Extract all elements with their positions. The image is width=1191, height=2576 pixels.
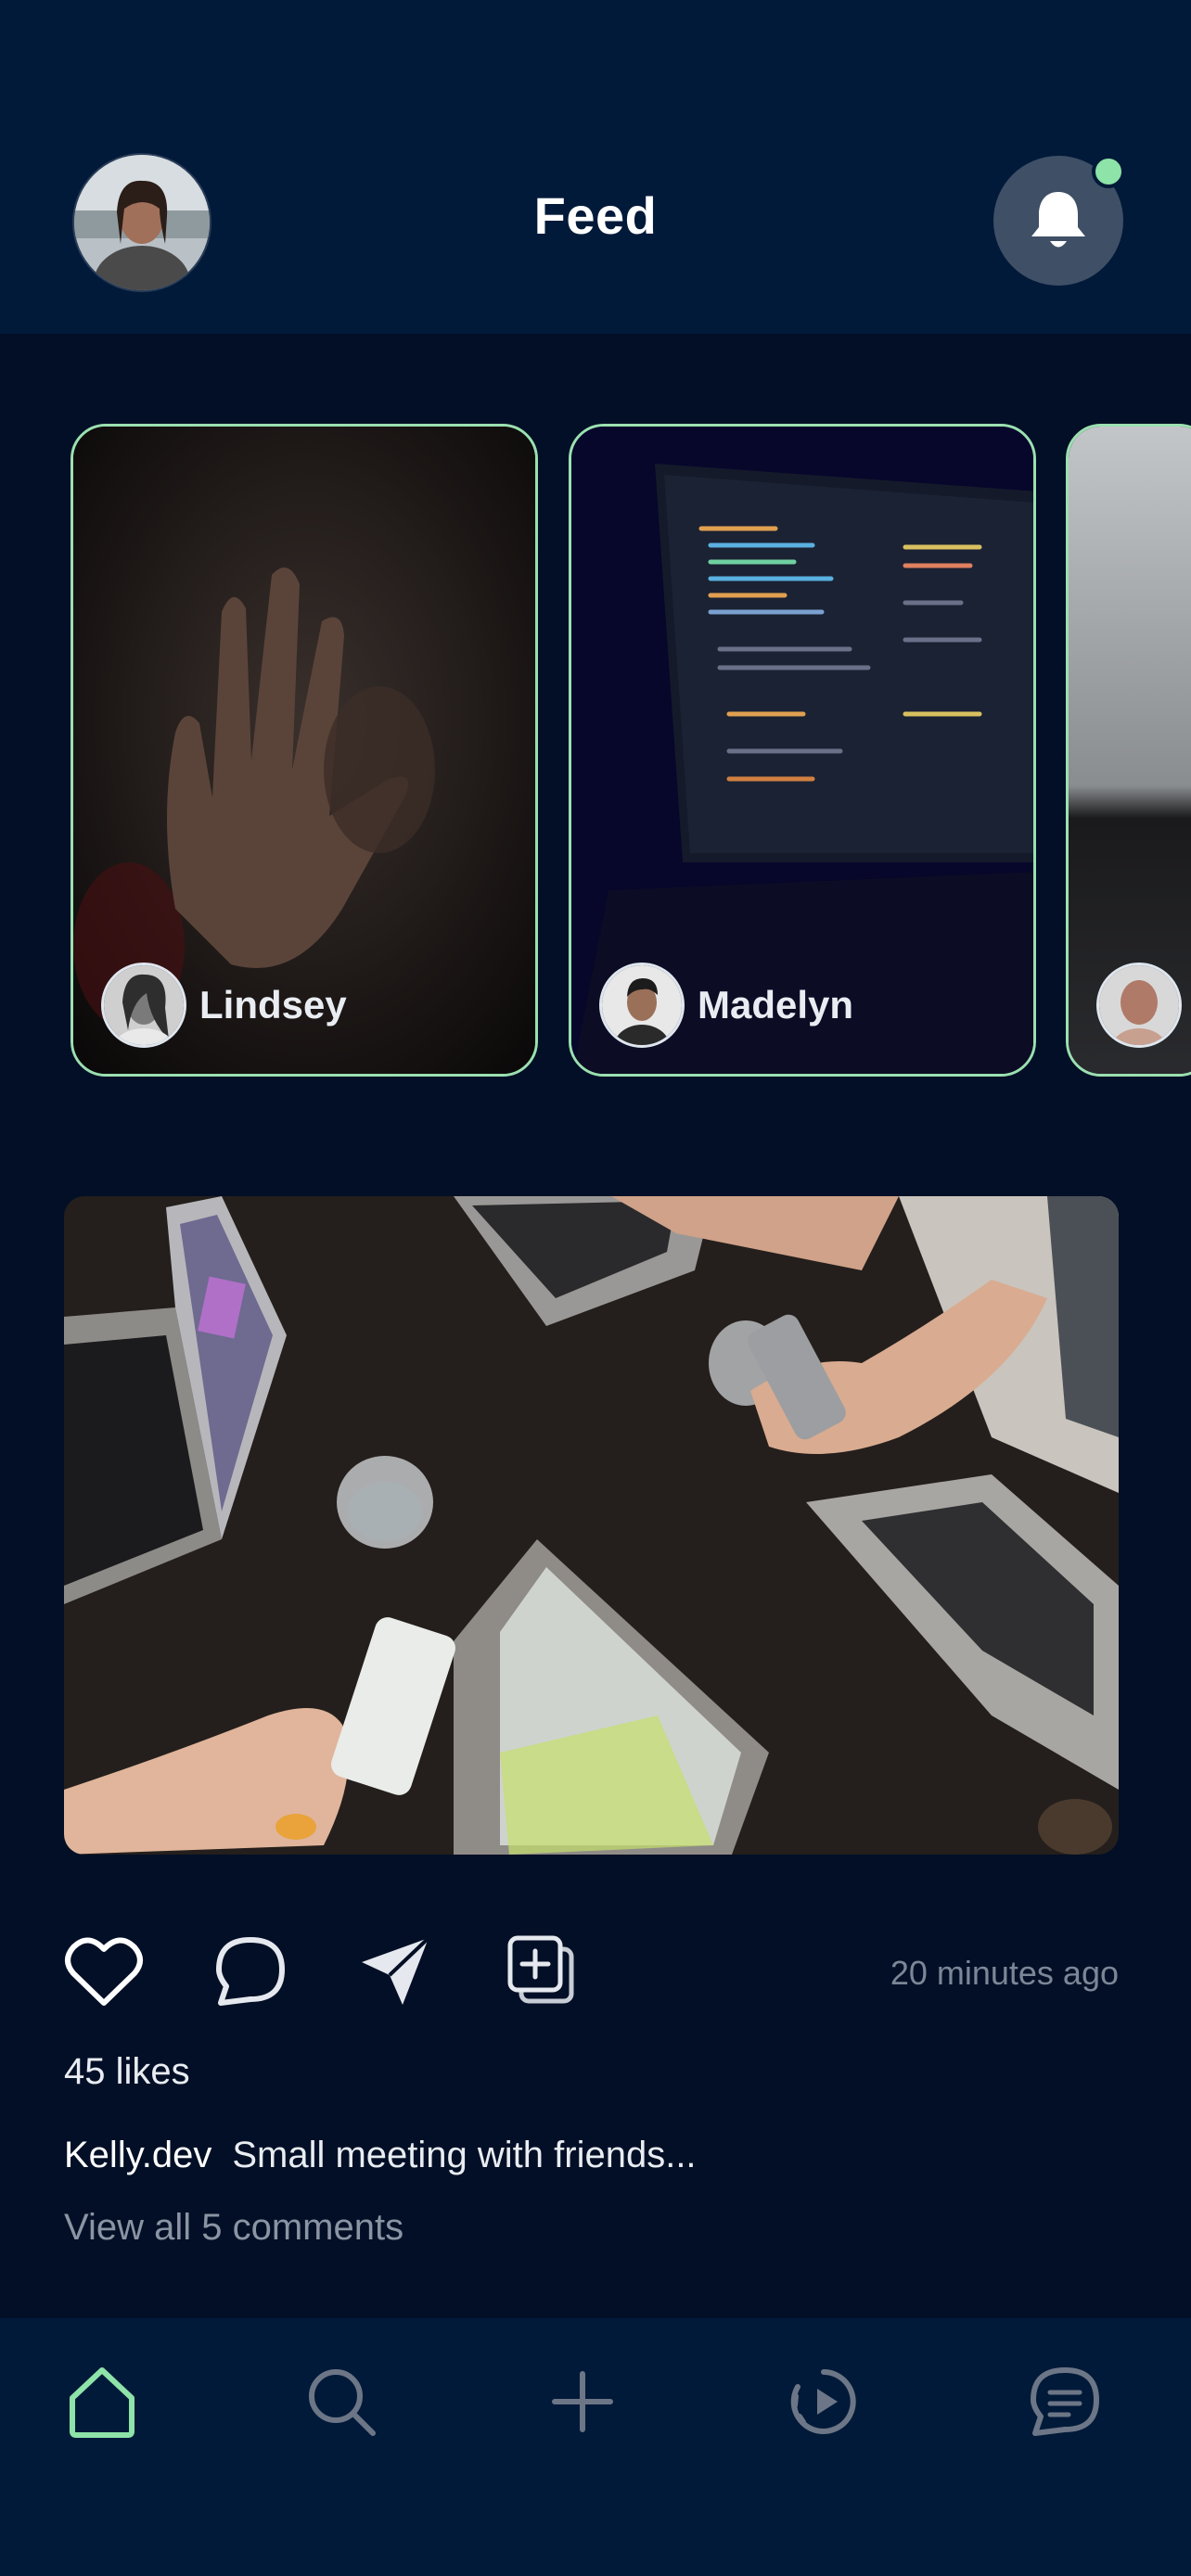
story-card[interactable]: Lindsey [70, 424, 538, 1077]
story-username: Madelyn [698, 983, 854, 1027]
post-caption: Kelly.dev Small meeting with friends... [64, 2135, 697, 2176]
search-icon [309, 2369, 376, 2436]
home-icon [70, 2367, 134, 2438]
comment-button[interactable] [213, 1934, 288, 2013]
bottom-navigation [0, 2318, 1191, 2576]
play-circle-icon [790, 2369, 856, 2434]
heart-icon [65, 1937, 143, 2006]
bell-icon [1031, 192, 1085, 248]
story-username: Lindsey [199, 983, 347, 1027]
like-button[interactable] [64, 1934, 144, 2013]
nav-reels[interactable] [787, 2365, 861, 2443]
story-card[interactable]: Madelyn [569, 424, 1036, 1077]
comment-icon [216, 1937, 285, 2006]
nav-create[interactable] [545, 2365, 620, 2443]
add-collection-icon [507, 1935, 574, 2004]
like-count[interactable]: 45 likes [64, 2051, 190, 2093]
post-photo [64, 1196, 1119, 1855]
chat-icon [1031, 2367, 1099, 2436]
nav-home[interactable] [65, 2365, 139, 2443]
caption-text: Small meeting with friends... [232, 2135, 697, 2175]
nav-messages[interactable] [1028, 2365, 1102, 2443]
story-avatar [1096, 963, 1182, 1048]
post-timestamp: 20 minutes ago [890, 1954, 1119, 1992]
story-avatar [101, 963, 186, 1048]
story-avatar [599, 963, 685, 1048]
post-image[interactable] [64, 1196, 1119, 1855]
plus-icon [552, 2371, 613, 2432]
author-username[interactable]: Kelly.dev [64, 2135, 211, 2175]
story-card[interactable] [1066, 424, 1191, 1077]
nav-search[interactable] [304, 2365, 378, 2443]
share-button[interactable] [358, 1934, 432, 2013]
view-comments-link[interactable]: View all 5 comments [64, 2207, 403, 2249]
send-icon [362, 1936, 430, 2005]
notification-badge [1092, 155, 1125, 188]
save-button[interactable] [506, 1934, 577, 2013]
